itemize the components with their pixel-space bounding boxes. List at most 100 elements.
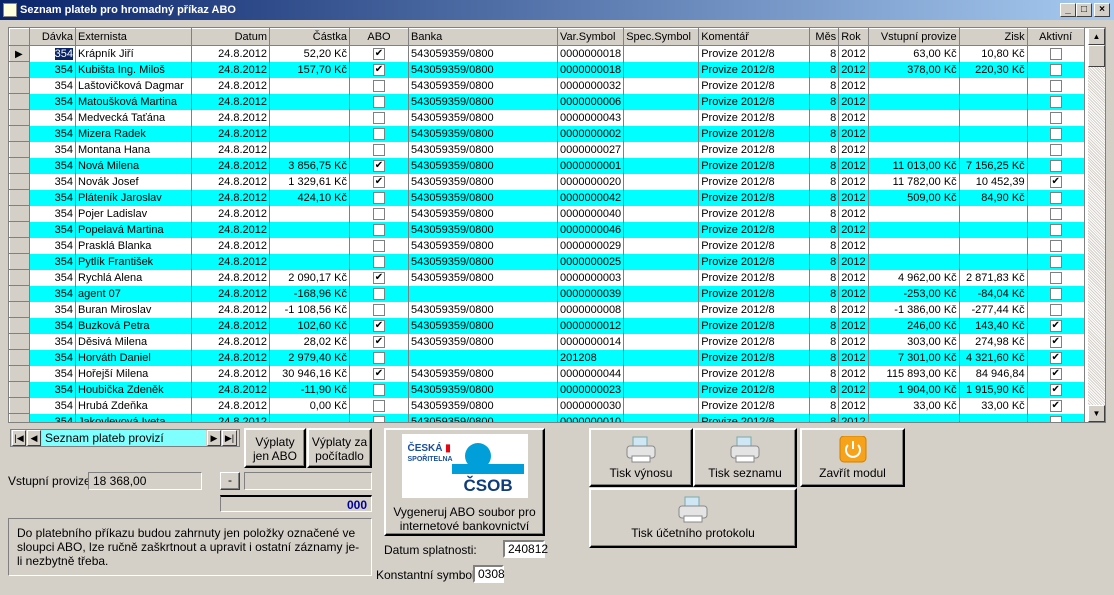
cell-ms[interactable]: 8 [809,77,840,94]
cell-koment[interactable]: Provize 2012/8 [698,317,811,334]
row-selector[interactable] [9,333,30,350]
cell-koment[interactable]: Provize 2012/8 [698,205,811,222]
cell-vstupnprovize[interactable]: 509,00 Kč [868,189,960,206]
column-header[interactable]: Datum [191,28,270,46]
cell-rok[interactable]: 2012 [838,77,869,94]
cell-ms[interactable]: 8 [809,125,840,142]
cell-zisk[interactable]: 10,80 Kč [959,45,1028,62]
active-checkbox-cell[interactable] [1027,285,1085,302]
cell-rok[interactable]: 2012 [838,381,869,398]
cell-stka[interactable]: -168,96 Kč [269,285,350,302]
cell-koment[interactable]: Provize 2012/8 [698,253,811,270]
abo-checkbox[interactable]: ✔ [373,63,385,76]
cell-ms[interactable]: 8 [809,189,840,206]
active-checkbox-cell[interactable] [1027,125,1085,142]
cell-varsymbol[interactable]: 0000000018 [557,61,625,78]
row-selector[interactable] [9,141,30,158]
cell-ms[interactable]: 8 [809,221,840,238]
cell-vstupnprovize[interactable] [868,253,960,270]
table-row[interactable]: 354 Popelavá Martina 24.8.2012 543059359/08… [9,221,1085,238]
cell-zisk[interactable]: 2 871,83 Kč [959,269,1028,286]
cell-rok[interactable]: 2012 [838,173,869,190]
cell-externista[interactable]: Hořejší Milena [75,365,192,382]
maximize-button[interactable]: □ [1076,3,1092,17]
cell-varsymbol[interactable]: 0000000030 [557,397,625,414]
cell-stka[interactable]: 157,70 Kč [269,61,350,78]
cell-dvka[interactable]: 354 [29,413,76,422]
cell-ms[interactable]: 8 [809,365,840,382]
payments-grid[interactable]: Dávka Externista Datum Částka ABO Banka Var.Sy… [8,27,1106,423]
table-row[interactable]: 354 Rychlá Alena 24.8.2012 2 090,17 Kč ✔ 5430… [9,269,1085,286]
cell-specsymbol[interactable] [623,413,700,422]
active-checkbox[interactable]: ✔ [1049,367,1062,380]
cell-vstupnprovize[interactable] [868,413,960,422]
cell-stka[interactable]: 52,20 Kč [269,45,350,62]
active-checkbox-cell[interactable]: ✔ [1027,365,1085,382]
active-checkbox[interactable] [1049,271,1062,284]
cell-specsymbol[interactable] [623,397,700,414]
cell-dvka[interactable]: 354 [29,205,76,222]
cell-externista[interactable]: Pojer Ladislav [75,205,192,222]
active-checkbox[interactable]: ✔ [1049,351,1062,364]
cell-specsymbol[interactable] [623,173,700,190]
cell-vstupnprovize[interactable]: -253,00 Kč [868,285,960,302]
row-selector[interactable] [9,157,30,174]
cell-varsymbol[interactable]: 0000000014 [557,333,625,350]
cell-datum[interactable]: 24.8.2012 [191,157,270,174]
active-checkbox-cell[interactable] [1027,157,1085,174]
cell-vstupnprovize[interactable] [868,237,960,254]
cell-ms[interactable]: 8 [809,413,840,422]
cell-koment[interactable]: Provize 2012/8 [698,365,811,382]
abo-checkbox-cell[interactable] [349,77,409,94]
row-selector[interactable] [9,77,30,94]
active-checkbox-cell[interactable]: ✔ [1027,349,1085,366]
cell-varsymbol[interactable]: 0000000025 [557,253,625,270]
cell-ms[interactable]: 8 [809,397,840,414]
cell-dvka[interactable]: 354 [29,381,76,398]
cell-ms[interactable]: 8 [809,253,840,270]
cell-externista[interactable]: Hrubá Zdeňka [75,397,192,414]
cell-vstupnprovize[interactable]: 7 301,00 Kč [868,349,960,366]
cell-rok[interactable]: 2012 [838,189,869,206]
active-checkbox[interactable]: ✔ [1049,399,1062,412]
cell-datum[interactable]: 24.8.2012 [191,93,270,110]
cell-varsymbol[interactable]: 0000000029 [557,237,625,254]
cell-zisk[interactable]: 1 915,90 Kč [959,381,1028,398]
cell-externista[interactable]: Krápník Jiří [75,45,192,62]
cell-stka[interactable]: -11,90 Kč [269,381,350,398]
cell-koment[interactable]: Provize 2012/8 [698,413,811,422]
active-checkbox-cell[interactable] [1027,45,1085,62]
abo-checkbox-cell[interactable] [349,397,409,414]
active-checkbox[interactable] [1049,255,1062,268]
cell-dvka[interactable]: 354 [29,269,76,286]
cell-zisk[interactable] [959,221,1028,238]
abo-checkbox[interactable] [373,111,385,124]
cell-koment[interactable]: Provize 2012/8 [698,77,811,94]
active-checkbox[interactable]: ✔ [1049,335,1062,348]
cell-specsymbol[interactable] [623,93,700,110]
cell-specsymbol[interactable] [623,317,700,334]
cell-rok[interactable]: 2012 [838,413,869,422]
cell-vstupnprovize[interactable]: 33,00 Kč [868,397,960,414]
active-checkbox-cell[interactable] [1027,237,1085,254]
abo-checkbox-cell[interactable]: ✔ [349,317,409,334]
cell-zisk[interactable]: 143,40 Kč [959,317,1028,334]
row-selector[interactable]: ▶ [9,45,30,62]
cell-varsymbol[interactable]: 0000000023 [557,381,625,398]
active-checkbox-cell[interactable] [1027,189,1085,206]
table-row[interactable]: ▶ 354 Krápník Jiří 24.8.2012 52,20 Kč ✔ 543059… [9,45,1085,62]
cell-varsymbol[interactable]: 0000000006 [557,93,625,110]
cell-banka[interactable]: 543059359/0800 [408,237,558,254]
cell-varsymbol[interactable]: 0000000046 [557,221,625,238]
cell-stka[interactable]: 424,10 Kč [269,189,350,206]
cell-stka[interactable] [269,93,350,110]
active-checkbox[interactable] [1049,95,1062,108]
active-checkbox-cell[interactable] [1027,205,1085,222]
cell-dvka[interactable]: 354 [29,45,76,62]
cell-vstupnprovize[interactable]: 246,00 Kč [868,317,960,334]
cell-dvka[interactable]: 354 [29,77,76,94]
cell-varsymbol[interactable]: 0000000001 [557,157,625,174]
column-header[interactable]: Aktivní [1026,28,1085,46]
row-selector[interactable] [9,61,30,78]
cell-banka[interactable]: 543059359/0800 [408,157,558,174]
